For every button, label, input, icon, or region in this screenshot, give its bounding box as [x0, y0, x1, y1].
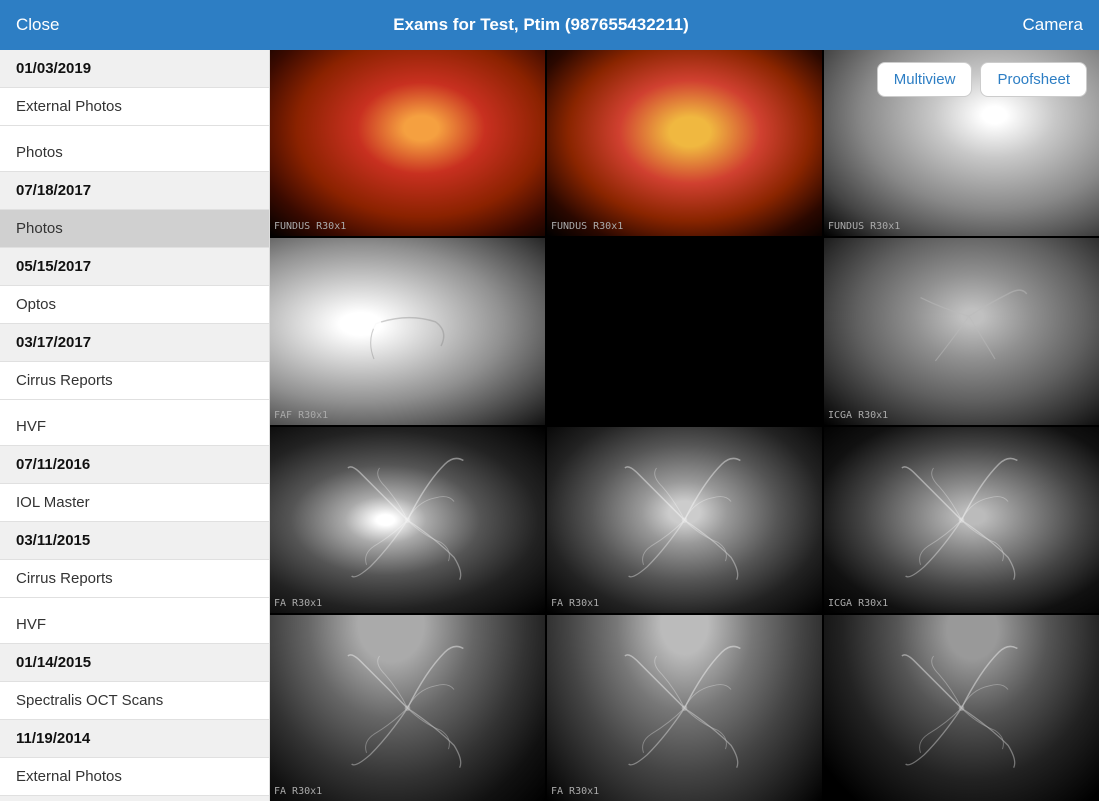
grid-cell-r3c2[interactable]: FA R30x1 — [547, 427, 822, 613]
sidebar-spacer — [0, 598, 269, 606]
image-label: FA R30x1 — [274, 786, 322, 797]
grid-cell-r4c3[interactable] — [824, 615, 1099, 801]
sidebar-spacer — [0, 400, 269, 408]
image-area: Multiview Proofsheet FUNDUS R30x1FUNDUS … — [270, 50, 1099, 801]
sidebar-item-type-spectralis-1[interactable]: Spectralis OCT Scans — [0, 682, 269, 720]
sidebar-item-type-optos[interactable]: Optos — [0, 286, 269, 324]
grid-cell-r2c1[interactable]: FAF R30x1 — [270, 238, 545, 424]
grid-cell-r4c2[interactable]: FA R30x1 — [547, 615, 822, 801]
exam-sidebar: 01/03/2019External PhotosPhotos07/18/201… — [0, 50, 270, 801]
sidebar-spacer — [0, 126, 269, 134]
sidebar-item-date-01032019: 01/03/2019 — [0, 50, 269, 88]
sidebar-item-date-03172017: 03/17/2017 — [0, 324, 269, 362]
image-label: FAF R30x1 — [274, 410, 328, 421]
header-title: Exams for Test, Ptim (987655432211) — [393, 15, 688, 35]
image-label: FUNDUS R30x1 — [551, 221, 623, 232]
sidebar-item-date-11192014: 11/19/2014 — [0, 720, 269, 758]
sidebar-item-date-07182017: 07/18/2017 — [0, 172, 269, 210]
sidebar-item-type-iol[interactable]: IOL Master — [0, 484, 269, 522]
sidebar-item-type-external-photos-1[interactable]: External Photos — [0, 88, 269, 126]
grid-cell-r3c1[interactable]: FA R30x1 — [270, 427, 545, 613]
main-content: 01/03/2019External PhotosPhotos07/18/201… — [0, 50, 1099, 801]
sidebar-item-type-photos-1[interactable]: Photos — [0, 134, 269, 172]
image-toolbar: Multiview Proofsheet — [877, 62, 1087, 97]
grid-cell-r2c3[interactable]: ICGA R30x1 — [824, 238, 1099, 424]
grid-cell-r2c2[interactable] — [547, 238, 822, 424]
multiview-button[interactable]: Multiview — [877, 62, 973, 97]
image-label: FA R30x1 — [551, 598, 599, 609]
grid-cell-r1c1[interactable]: FUNDUS R30x1 — [270, 50, 545, 236]
close-button[interactable]: Close — [16, 15, 59, 35]
sidebar-item-type-cirrus-2[interactable]: Cirrus Reports — [0, 560, 269, 598]
sidebar-item-date-05152017: 05/15/2017 — [0, 248, 269, 286]
image-grid: FUNDUS R30x1 FUNDUS R30x1 FUNDUS R30x1 FAF… — [270, 50, 1099, 801]
sidebar-item-date-01142015: 01/14/2015 — [0, 644, 269, 682]
app-header: Close Exams for Test, Ptim (987655432211… — [0, 0, 1099, 50]
sidebar-item-date-02072014: 02/07/2014 — [0, 796, 269, 801]
grid-cell-r3c3[interactable]: ICGA R30x1 — [824, 427, 1099, 613]
image-label: FA R30x1 — [274, 598, 322, 609]
image-label: FUNDUS R30x1 — [274, 221, 346, 232]
sidebar-item-type-hvf-1[interactable]: HVF — [0, 408, 269, 446]
grid-cell-r4c1[interactable]: FA R30x1 — [270, 615, 545, 801]
grid-cell-r1c2[interactable]: FUNDUS R30x1 — [547, 50, 822, 236]
sidebar-item-type-external-photos-2[interactable]: External Photos — [0, 758, 269, 796]
image-label: FA R30x1 — [551, 786, 599, 797]
camera-button[interactable]: Camera — [1023, 15, 1083, 35]
sidebar-item-date-07112016: 07/11/2016 — [0, 446, 269, 484]
sidebar-item-type-photos-2[interactable]: Photos — [0, 210, 269, 248]
proofsheet-button[interactable]: Proofsheet — [980, 62, 1087, 97]
image-label: ICGA R30x1 — [828, 598, 888, 609]
sidebar-item-type-cirrus-1[interactable]: Cirrus Reports — [0, 362, 269, 400]
image-label: FUNDUS R30x1 — [828, 221, 900, 232]
image-label: ICGA R30x1 — [828, 410, 888, 421]
sidebar-item-type-hvf-2[interactable]: HVF — [0, 606, 269, 644]
sidebar-item-date-03112015: 03/11/2015 — [0, 522, 269, 560]
